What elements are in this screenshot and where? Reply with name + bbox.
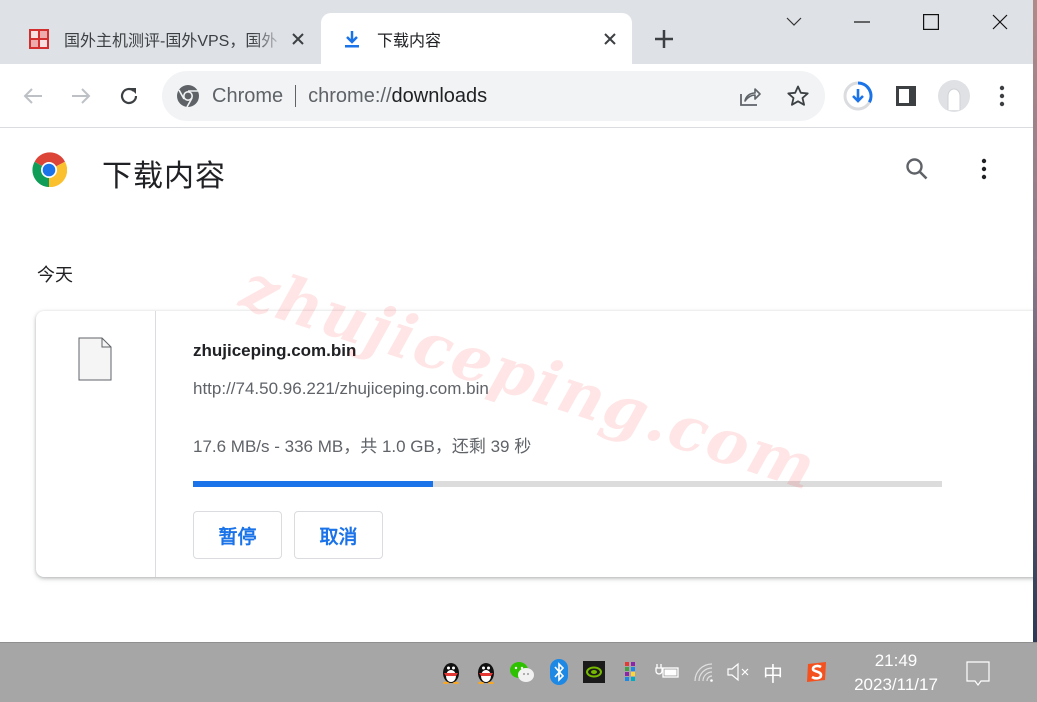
downloads-button[interactable]	[842, 80, 874, 112]
wechat-icon	[510, 662, 534, 682]
url-path: downloads	[391, 84, 488, 107]
tab-zhujiceping[interactable]: 国外主机测评-国外VPS，国外	[16, 13, 320, 64]
close-icon	[604, 32, 616, 45]
minimize-icon	[854, 21, 870, 23]
taskbar-clock[interactable]: 21:49 2023/11/17	[843, 649, 949, 697]
cancel-button[interactable]: 取消	[294, 511, 383, 559]
reload-icon	[120, 87, 138, 105]
close-icon	[992, 14, 1008, 30]
tab-search-button[interactable]	[771, 8, 817, 36]
search-downloads-button[interactable]	[901, 153, 933, 185]
tray-qq-2[interactable]	[473, 659, 499, 685]
close-icon	[292, 32, 304, 45]
tray-nvidia[interactable]	[581, 659, 607, 685]
tray-ime[interactable]: 中	[760, 659, 786, 686]
qq-icon	[443, 663, 459, 684]
volume-muted-icon	[727, 662, 749, 682]
minimize-button[interactable]	[839, 8, 885, 36]
back-button[interactable]	[17, 80, 49, 112]
more-vert-icon	[981, 158, 987, 180]
battery-charging-icon	[655, 664, 679, 678]
chrome-menu-button[interactable]	[986, 80, 1018, 112]
page-title: 下载内容	[102, 160, 226, 193]
search-icon	[906, 158, 928, 180]
tray-bluetooth[interactable]	[546, 659, 572, 685]
url-text[interactable]: chrome://downloads	[308, 85, 487, 108]
wifi-icon	[694, 663, 713, 682]
chevron-down-icon	[786, 17, 802, 26]
file-name-link[interactable]: zhujiceping.com.bin	[193, 341, 356, 361]
notification-center-icon[interactable]	[962, 657, 994, 689]
maximize-button[interactable]	[908, 8, 954, 36]
side-panel-button[interactable]	[890, 80, 922, 112]
nvidia-icon	[583, 661, 605, 683]
tray-wifi[interactable]	[691, 659, 717, 685]
downloads-header: 下载内容	[0, 129, 1033, 213]
file-icon	[78, 337, 112, 381]
arrow-right-icon	[72, 88, 91, 104]
download-progress-bar	[193, 481, 942, 487]
source-url-link[interactable]: http://74.50.96.221/zhujiceping.com.bin	[193, 379, 489, 399]
downloads-menu-button[interactable]	[968, 153, 1000, 185]
tab-title: 下载内容	[377, 32, 442, 50]
desktop-edge	[1033, 0, 1037, 642]
bluetooth-icon	[550, 659, 568, 685]
profile-avatar[interactable]	[938, 80, 970, 112]
omnibox-chip: Chrome	[212, 84, 284, 107]
tray-qq-1[interactable]	[438, 659, 464, 685]
site-seal-icon	[29, 28, 49, 49]
plus-icon	[655, 30, 673, 48]
pause-button[interactable]: 暂停	[193, 511, 282, 559]
taskbar: 中 21:49 2023/11/17	[0, 642, 1037, 702]
tray-volume[interactable]	[725, 659, 751, 685]
forward-button[interactable]	[65, 80, 97, 112]
tray-battery[interactable]	[654, 659, 680, 685]
tab-close-button[interactable]	[286, 27, 310, 51]
color-app-icon	[625, 662, 635, 681]
url-scheme: chrome://	[308, 84, 392, 107]
chrome-logo-icon	[32, 152, 67, 188]
tab-title: 国外主机测评-国外VPS，国外	[64, 32, 278, 50]
side-panel-icon	[896, 86, 916, 106]
download-status: 17.6 MB/s - 336 MB，共 1.0 GB，还剩 39 秒	[193, 437, 532, 456]
bookmark-star-icon[interactable]	[786, 84, 810, 108]
tab-strip: 国外主机测评-国外VPS，国外 下载内容	[0, 0, 1033, 64]
address-bar[interactable]: Chrome chrome://downloads	[162, 71, 825, 121]
more-vert-icon	[999, 85, 1005, 107]
sogou-icon	[807, 662, 826, 682]
avatar-icon	[938, 80, 970, 112]
download-item: zhujiceping.com.bin http://74.50.96.221/…	[36, 311, 1037, 577]
download-progress-fill	[193, 481, 433, 487]
clock-date: 2023/11/17	[854, 675, 938, 694]
new-tab-button[interactable]	[648, 25, 680, 53]
download-icon	[345, 30, 359, 47]
tray-wechat[interactable]	[509, 659, 535, 685]
qq-icon	[478, 663, 494, 684]
download-icon-column	[36, 311, 156, 577]
browser-window: 国外主机测评-国外VPS，国外 下载内容 Chrome chrome://dow…	[0, 0, 1037, 642]
browser-toolbar: Chrome chrome://downloads	[0, 64, 1033, 128]
reload-button[interactable]	[113, 80, 145, 112]
chrome-site-icon	[177, 85, 199, 108]
tab-downloads[interactable]: 下载内容	[321, 13, 632, 64]
tray-color-app[interactable]	[618, 659, 644, 685]
clock-time: 21:49	[874, 651, 918, 670]
tray-sogou[interactable]	[804, 659, 830, 685]
date-group-label: 今天	[37, 265, 73, 285]
arrow-left-icon	[23, 88, 42, 104]
close-window-button[interactable]	[977, 8, 1023, 36]
share-icon[interactable]	[738, 84, 762, 108]
omnibox-separator	[295, 85, 297, 107]
maximize-icon	[923, 14, 939, 30]
download-progress-icon	[843, 81, 873, 111]
tab-close-button[interactable]	[598, 27, 622, 51]
